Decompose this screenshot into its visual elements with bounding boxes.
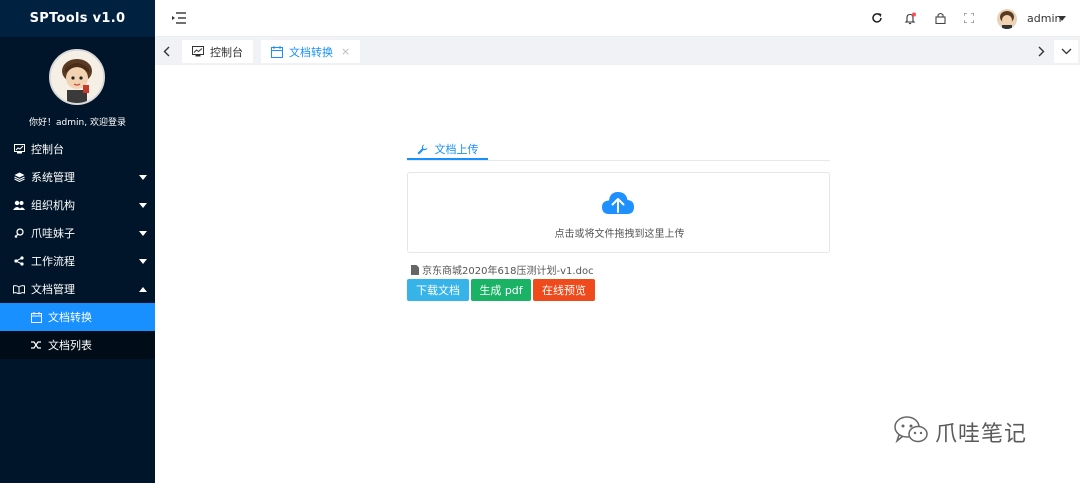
app-root: SPTools v1.0 你好！admin, 欢迎登录 控制台 系统管理 组织机… bbox=[0, 0, 1080, 483]
caret-down-icon[interactable] bbox=[1058, 16, 1066, 21]
chevron-down-icon bbox=[139, 231, 147, 236]
sidebar-item-label: 组织机构 bbox=[31, 199, 75, 212]
sidebar-item-java-girls[interactable]: 爪哇妹子 bbox=[0, 219, 155, 247]
watermark: 爪哇笔记 bbox=[893, 415, 1027, 448]
sidebar-item-doc-convert[interactable]: 文档转换 bbox=[0, 303, 155, 331]
sidebar-item-organization[interactable]: 组织机构 bbox=[0, 191, 155, 219]
tab-doc-convert[interactable]: 文档转换 × bbox=[261, 40, 361, 63]
lock-icon[interactable] bbox=[933, 11, 947, 25]
upload-tab-label: 文档上传 bbox=[434, 143, 479, 156]
sidebar-item-label: 系统管理 bbox=[31, 171, 75, 184]
sidebar-item-workflow[interactable]: 工作流程 bbox=[0, 247, 155, 275]
sidebar: SPTools v1.0 你好！admin, 欢迎登录 控制台 系统管理 组织机… bbox=[0, 0, 155, 483]
book-icon bbox=[13, 283, 25, 295]
tabs-dropdown-button[interactable] bbox=[1054, 40, 1078, 63]
close-icon[interactable]: × bbox=[341, 45, 350, 58]
sidebar-item-documents[interactable]: 文档管理 bbox=[0, 275, 155, 303]
calendar-icon bbox=[31, 311, 42, 323]
chevron-right-icon[interactable] bbox=[1035, 44, 1047, 58]
users-icon bbox=[13, 199, 25, 211]
chevron-down-icon bbox=[139, 203, 147, 208]
sidebar-menu: 控制台 系统管理 组织机构 爪哇妹子 工作流程 文档管理 bbox=[0, 135, 155, 303]
uploaded-file[interactable]: 京东商城2020年618压测计划-v1.doc bbox=[411, 262, 594, 277]
documents-submenu: 文档转换 文档列表 bbox=[0, 303, 155, 359]
tabs-bar: 控制台 文档转换 × bbox=[155, 37, 1080, 65]
welcome-text: 你好！admin, 欢迎登录 bbox=[29, 118, 126, 128]
wechat-icon bbox=[893, 415, 929, 448]
sidebar-item-dashboard[interactable]: 控制台 bbox=[0, 135, 155, 163]
tab-dashboard[interactable]: 控制台 bbox=[182, 40, 253, 63]
online-preview-button[interactable]: 在线预览 bbox=[533, 279, 595, 301]
app-title: SPTools v1.0 bbox=[0, 0, 155, 37]
user-avatar[interactable] bbox=[997, 9, 1017, 29]
generate-pdf-button[interactable]: 生成 pdf bbox=[471, 279, 531, 301]
dashboard-icon bbox=[13, 143, 25, 155]
share-icon bbox=[13, 255, 25, 267]
bell-icon[interactable] bbox=[903, 11, 917, 25]
watermark-text: 爪哇笔记 bbox=[935, 421, 1028, 447]
chevron-down-icon bbox=[139, 175, 147, 180]
user-name[interactable]: admin bbox=[1027, 12, 1061, 25]
menu-fold-icon[interactable] bbox=[172, 12, 186, 24]
refresh-icon[interactable] bbox=[870, 11, 884, 25]
dropzone-hint: 点击或将文件拖拽到这里上传 bbox=[554, 229, 685, 240]
tab-label: 控制台 bbox=[210, 45, 243, 59]
calendar-icon bbox=[271, 45, 283, 58]
tab-divider bbox=[407, 160, 830, 161]
sidebar-item-label: 爪哇妹子 bbox=[31, 227, 75, 240]
chevron-down-icon bbox=[1061, 48, 1071, 55]
tab-label: 文档转换 bbox=[289, 45, 333, 59]
chevron-left-icon[interactable] bbox=[160, 44, 172, 58]
download-button[interactable]: 下载文档 bbox=[407, 279, 469, 301]
layers-icon bbox=[13, 171, 25, 183]
sidebar-item-system[interactable]: 系统管理 bbox=[0, 163, 155, 191]
tab-doc-upload[interactable]: 文档上传 bbox=[407, 140, 488, 160]
sidebar-item-label: 工作流程 bbox=[31, 255, 75, 268]
user-profile: 你好！admin, 欢迎登录 bbox=[0, 37, 155, 135]
female-icon bbox=[13, 227, 25, 239]
file-name: 京东商城2020年618压测计划-v1.doc bbox=[422, 266, 594, 277]
chevron-down-icon bbox=[139, 259, 147, 264]
sidebar-item-label: 文档管理 bbox=[31, 283, 75, 296]
upload-dropzone[interactable]: 点击或将文件拖拽到这里上传 bbox=[407, 172, 830, 253]
main-content: 文档上传 点击或将文件拖拽到这里上传 京东商城2020年618压测计划-v1.d… bbox=[155, 65, 1080, 483]
avatar[interactable] bbox=[49, 49, 105, 105]
fullscreen-icon[interactable] bbox=[962, 11, 976, 25]
file-icon bbox=[411, 264, 419, 275]
sidebar-item-label: 文档转换 bbox=[48, 311, 92, 324]
wrench-icon bbox=[417, 144, 428, 155]
top-header: admin bbox=[155, 0, 1080, 37]
sidebar-item-label: 控制台 bbox=[31, 143, 64, 156]
sidebar-item-label: 文档列表 bbox=[48, 339, 92, 352]
dashboard-icon bbox=[192, 45, 204, 58]
cloud-upload-icon bbox=[601, 190, 635, 218]
shuffle-icon bbox=[31, 340, 42, 351]
chevron-up-icon bbox=[139, 287, 147, 292]
sidebar-item-doc-list[interactable]: 文档列表 bbox=[0, 331, 155, 359]
